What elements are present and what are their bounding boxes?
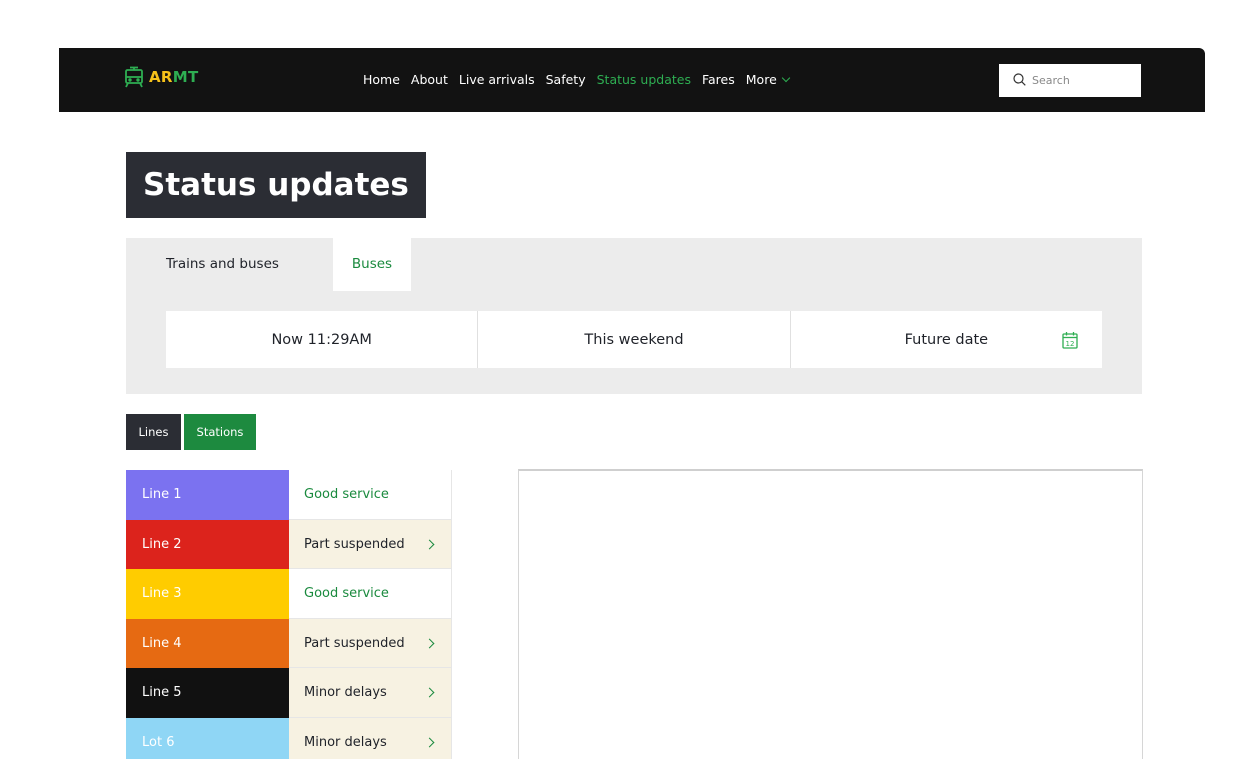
chevron-right-icon[interactable] [424,737,435,747]
line-row[interactable]: Line 3 Good service [126,569,452,619]
nav-link-fares[interactable]: Fares [702,72,735,87]
nav-link-safety[interactable]: Safety [546,72,586,87]
time-option-now[interactable]: Now 11:29AM [166,311,479,368]
line-status: Minor delays [289,668,452,718]
brand-wordmark: ARMT [149,68,199,86]
status-filter-panel: Trains and buses Buses Now 11:29AM This … [126,238,1142,394]
brand-logo[interactable]: ARMT [123,66,199,88]
line-name: Line 5 [126,668,289,718]
line-status: Minor delays [289,717,452,759]
time-option-label: Now 11:29AM [271,331,372,348]
line-row[interactable]: Line 2 Part suspended [126,519,452,569]
line-status-text: Part suspended [304,536,405,552]
line-row[interactable]: Lot 6 Minor delays [126,717,452,759]
time-selector: Now 11:29AM This weekend Future date 12 [166,311,1102,368]
nav-link-more[interactable]: More [745,72,791,87]
brand-text-mt: MT [172,68,199,86]
page-title: Status updates [126,152,426,218]
calendar-icon[interactable]: 12 [1062,331,1078,353]
search-input[interactable]: Search [999,64,1141,97]
lines-toggle-button[interactable]: Lines [126,414,181,450]
search-placeholder: Search [1032,74,1070,87]
stations-toggle-button[interactable]: Stations [184,414,256,450]
chevron-right-icon[interactable] [424,638,435,648]
line-row[interactable]: Line 5 Minor delays [126,668,452,718]
line-status-text: Good service [304,487,389,502]
line-name: Line 1 [126,470,289,520]
tab-trains-and-buses[interactable]: Trains and buses [166,238,279,291]
line-name: Lot 6 [126,717,289,759]
line-status-text: Minor delays [304,685,387,700]
time-option-label: This weekend [584,331,684,348]
nav-link-status-updates[interactable]: Status updates [597,72,691,87]
time-option-label: Future date [904,331,989,348]
map-panel[interactable] [518,469,1143,759]
nav-link-home[interactable]: Home [363,72,400,87]
line-row[interactable]: Line 4 Part suspended [126,618,452,668]
nav-more-label: More [745,72,777,87]
svg-text:12: 12 [1066,340,1075,348]
top-navbar: ARMT Home About Live arrivals Safety Status … [59,48,1205,112]
line-status-text: Good service [304,586,389,601]
line-row[interactable]: Line 1 Good service [126,470,452,520]
tab-buses[interactable]: Buses [333,238,411,291]
chevron-down-icon [781,73,791,82]
main-nav: Home About Live arrivals Safety Status updat… [363,72,800,87]
nav-link-live-arrivals[interactable]: Live arrivals [459,72,535,87]
line-name: Line 4 [126,618,289,668]
nav-link-about[interactable]: About [411,72,448,87]
chevron-right-icon[interactable] [424,539,435,549]
line-name: Line 3 [126,569,289,619]
line-status: Good service [289,569,452,619]
time-option-weekend[interactable]: This weekend [478,311,791,368]
time-option-future-date[interactable]: Future date 12 [791,311,1102,368]
brand-text-ar: AR [149,68,173,86]
line-status: Good service [289,470,452,520]
line-status-text: Part suspended [304,635,405,651]
line-status: Part suspended [289,519,452,569]
train-icon [123,66,145,88]
line-status-text: Minor delays [304,734,387,750]
line-status: Part suspended [289,618,452,668]
search-icon [1013,71,1026,90]
lines-status-list: Line 1 Good service Line 2 Part suspended Li… [126,470,452,759]
line-name: Line 2 [126,519,289,569]
chevron-right-icon[interactable] [424,687,435,698]
